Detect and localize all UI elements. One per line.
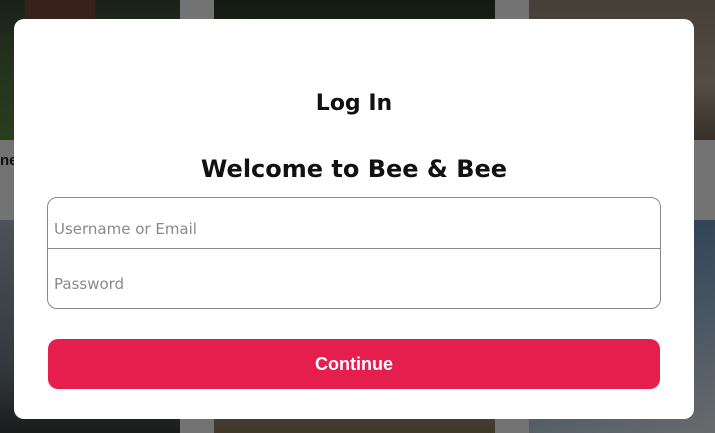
password-input[interactable] (48, 249, 660, 308)
login-modal: Log In Welcome to Bee & Bee Continue (14, 19, 694, 419)
modal-title: Log In (315, 91, 393, 116)
continue-button[interactable]: Continue (48, 339, 660, 389)
username-email-input[interactable] (48, 198, 660, 249)
credentials-field-group (47, 197, 661, 309)
welcome-heading: Welcome to Bee & Bee (200, 155, 508, 183)
